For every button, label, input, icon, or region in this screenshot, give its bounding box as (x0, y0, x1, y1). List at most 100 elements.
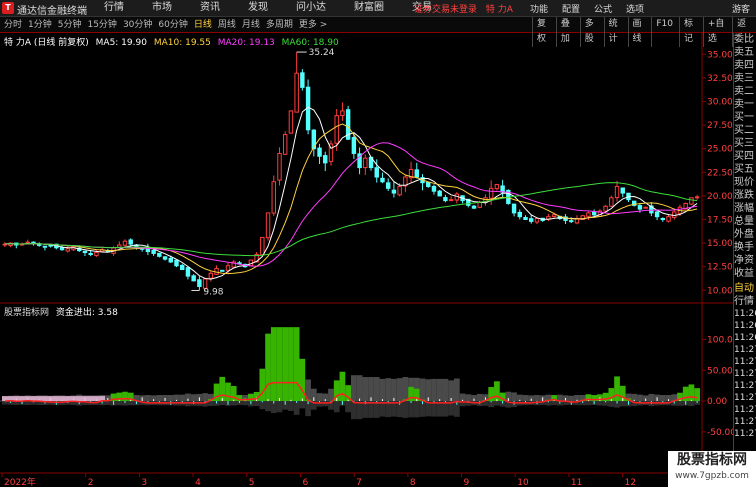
candle-body (391, 189, 397, 194)
flow-band-lower (322, 401, 329, 407)
flow-inflow-bar (122, 391, 128, 402)
period-tab-multi[interactable]: 多周期 (266, 18, 293, 32)
guest-login[interactable]: 游客 (732, 2, 750, 15)
trade-login-warning[interactable]: 证券交易未登录 特 力A (414, 2, 513, 15)
flow-inflow-bar (265, 333, 271, 402)
flow-inflow-bar (688, 384, 695, 402)
date-tick-label: 7 (356, 478, 362, 487)
menu-item-faxian[interactable]: 发现 (234, 1, 282, 15)
tick-time: 11:26 (734, 333, 756, 343)
candle-body (191, 275, 196, 282)
flow-inflow-bar (270, 327, 277, 402)
flow-band-upper (637, 394, 643, 402)
menu-gongshi[interactable]: 公式 (594, 2, 612, 15)
candle-body (151, 249, 156, 254)
date-tick-label: 5 (249, 478, 255, 487)
period-tab-more[interactable]: 更多 > (299, 18, 327, 32)
flow-band-lower (127, 401, 134, 406)
price-axis: 35.00 32.50 30.00 27.50 25.00 22.50 20.00 17.50… (702, 50, 733, 296)
menu-item-wenxiaoda[interactable]: 问小达 (282, 1, 340, 15)
auto-refresh-toggle[interactable]: 自动 (734, 282, 756, 295)
date-tick-label: 2022年 (4, 476, 36, 487)
period-tab-1min[interactable]: 1分钟 (28, 18, 52, 32)
warning-text: 证券交易未登录 (414, 5, 478, 15)
price-tick-label: 10.00 (707, 286, 733, 296)
stock-title: 特 力A (日线 前复权) (4, 38, 89, 48)
menu-item-shichang[interactable]: 市场 (138, 1, 186, 15)
menu-item-zixun[interactable]: 资讯 (186, 1, 234, 15)
label-sell1: 卖一 (734, 99, 754, 110)
chart-grid (0, 33, 733, 487)
period-tab-5min[interactable]: 5分钟 (58, 18, 82, 32)
period-tab-monthly[interactable]: 月线 (242, 18, 260, 32)
label-quote: 行情 (734, 296, 754, 307)
tick-time: 11:27 (734, 405, 756, 415)
period-tab-weekly[interactable]: 周线 (218, 18, 236, 32)
menu-item-hangqing[interactable]: 行情 (90, 1, 138, 15)
menu-peizhi[interactable]: 配置 (562, 2, 580, 15)
candle-body (225, 265, 231, 271)
candle-body (523, 217, 528, 220)
candle-body (94, 252, 99, 256)
flow-early-band (2, 396, 105, 402)
period-tab-daily[interactable]: 日线 (194, 18, 212, 32)
low-label: 9.98 (203, 287, 223, 297)
period-tab-60min[interactable]: 60分钟 (158, 18, 187, 32)
indicator-tick-label: -50.00 (707, 428, 733, 438)
label-buy3: 买三 (734, 138, 754, 149)
flow-band-lower (677, 401, 683, 406)
candle-body (220, 269, 225, 272)
candle-body (689, 197, 694, 205)
flow-band-upper (436, 378, 443, 402)
indicator-header: 股票指标网 资金进出: 3.58 (4, 305, 122, 318)
flow-inflow-bar (259, 368, 266, 402)
flow-band-lower (356, 401, 363, 420)
flow-band-upper (659, 395, 666, 402)
flow-band-lower (551, 401, 557, 406)
period-tab-30min[interactable]: 30分钟 (123, 18, 152, 32)
tick-time: 11:27 (734, 345, 756, 355)
candle-body (448, 199, 454, 202)
label-change-pct: 涨幅 (734, 203, 754, 214)
candlesticks (2, 52, 700, 291)
candle-body (374, 167, 379, 178)
candle-body (620, 187, 625, 194)
flow-band-upper (522, 395, 529, 402)
flow-band-upper (351, 375, 357, 402)
label-change: 涨跌 (734, 190, 754, 201)
candle-body (694, 196, 700, 199)
menu-item-caifuquan[interactable]: 财富圈 (340, 1, 398, 15)
menu-gongneng[interactable]: 功能 (530, 2, 548, 15)
indicator-tick-label: 50.00 (707, 366, 733, 376)
candle-body (431, 186, 437, 192)
period-tab-15min[interactable]: 15分钟 (87, 18, 116, 32)
candle-body (294, 72, 299, 113)
candle-body (208, 272, 214, 279)
chart-area[interactable]: 35.0032.5030.0027.5025.0022.5020.0017.50… (0, 33, 733, 487)
candle-body (529, 218, 534, 222)
candle-body (128, 239, 133, 245)
indicator-name[interactable]: 股票指标网 (4, 308, 49, 318)
period-tab-fenshi[interactable]: 分时 (4, 18, 22, 32)
candle-body (534, 218, 540, 223)
label-turnover: 换手 (734, 242, 754, 253)
menu-xuanxiang[interactable]: 选项 (626, 2, 644, 15)
flow-band-upper (385, 378, 392, 402)
candle-body (643, 206, 648, 209)
flow-inflow-bar (282, 327, 289, 402)
flow-band-lower (299, 401, 306, 409)
candle-body (666, 216, 671, 222)
app-title: 通达信金融终端 (17, 6, 87, 17)
price-tick-label: 22.50 (707, 168, 733, 178)
tick-time: 11:27 (734, 429, 756, 439)
price-tick-label: 32.50 (707, 74, 733, 84)
price-tick-label: 12.50 (707, 263, 733, 273)
flow-inflow-bar (682, 386, 689, 402)
label-net-asset: 净资 (734, 255, 754, 266)
flow-band-lower (265, 401, 271, 412)
price-tick-label: 25.00 (707, 145, 733, 155)
ma60-line (4, 182, 698, 257)
flow-band-lower (597, 401, 603, 406)
candle-body (477, 202, 482, 208)
flow-inflow-bar (494, 381, 500, 402)
